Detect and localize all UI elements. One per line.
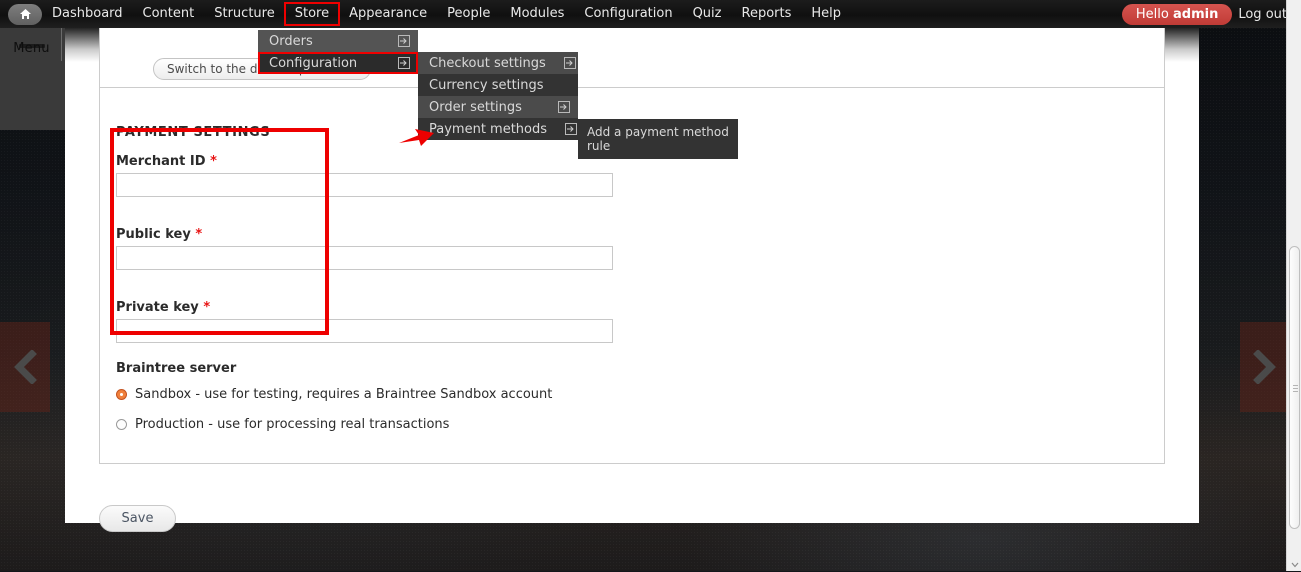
toolbar-item-appearance[interactable]: Appearance: [339, 3, 437, 25]
radio-production-indicator[interactable]: [116, 419, 127, 430]
toolbar-item-help[interactable]: Help: [801, 3, 851, 25]
toolbar-item-configuration[interactable]: Configuration: [574, 3, 682, 25]
menu-item-configuration-label: Configuration: [269, 55, 358, 71]
admin-toolbar: Dashboard Content Structure Store Appear…: [0, 0, 1301, 28]
radio-sandbox-label: Sandbox - use for testing, requires a Br…: [135, 387, 553, 402]
greeting-prefix: Hello: [1135, 6, 1173, 22]
radio-option-sandbox[interactable]: Sandbox - use for testing, requires a Br…: [116, 387, 552, 402]
submenu-arrow-icon: [565, 123, 578, 135]
menu-item-configuration[interactable]: Configuration: [258, 52, 418, 74]
radio-sandbox-indicator[interactable]: [116, 389, 127, 400]
menu-item-currency-settings-label: Currency settings: [429, 77, 544, 93]
submenu-arrow-icon: [563, 57, 576, 69]
scrollbar-grip-icon: [1293, 385, 1298, 394]
public-key-input[interactable]: [116, 246, 613, 270]
content-shell: Switch to the direct input mode PAYMENT …: [65, 28, 1199, 532]
private-key-label: Private key *: [116, 300, 211, 315]
radio-production-label: Production - use for processing real tra…: [135, 417, 450, 432]
menu-item-orders[interactable]: Orders: [258, 30, 418, 52]
toolbar-item-store[interactable]: Store: [283, 2, 341, 26]
annotation-arrow-icon: [399, 127, 435, 153]
private-key-input[interactable]: [116, 319, 613, 343]
greeting-username: admin: [1173, 6, 1219, 22]
chevron-right-icon: [1253, 350, 1277, 384]
user-greeting-badge[interactable]: Hello admin: [1121, 3, 1233, 25]
toolbar-item-dashboard[interactable]: Dashboard: [42, 3, 133, 25]
required-marker: *: [195, 227, 203, 242]
submenu-arrow-icon: [398, 57, 410, 69]
chevron-down-icon: [1291, 553, 1299, 572]
toolbar-item-reports[interactable]: Reports: [732, 3, 802, 25]
toolbar-item-modules[interactable]: Modules: [500, 3, 574, 25]
toolbar-item-content[interactable]: Content: [133, 3, 205, 25]
required-marker: *: [210, 154, 217, 169]
menu-item-payment-methods-label: Payment methods: [429, 121, 548, 137]
scrollbar-thumb[interactable]: [1289, 246, 1300, 529]
carousel-next-button[interactable]: [1240, 322, 1290, 412]
required-marker: *: [203, 300, 211, 315]
menu-item-currency-settings[interactable]: Currency settings: [418, 74, 578, 96]
configuration-submenu: Checkout settings Currency settings Orde…: [418, 52, 578, 140]
home-button[interactable]: [8, 3, 42, 25]
menu-item-order-settings-label: Order settings: [429, 99, 522, 115]
menu-item-checkout-settings[interactable]: Checkout settings: [418, 52, 578, 74]
save-button[interactable]: Save: [99, 505, 176, 532]
submenu-arrow-icon: [398, 35, 410, 47]
menu-toggle-label: Menu: [13, 41, 50, 56]
merchant-id-input[interactable]: [116, 173, 613, 197]
menu-item-checkout-settings-label: Checkout settings: [429, 55, 546, 71]
carousel-prev-button[interactable]: [0, 322, 50, 412]
page-scrollbar[interactable]: [1286, 0, 1301, 571]
submenu-arrow-icon: [558, 101, 570, 113]
store-dropdown-menu: Orders Configuration: [258, 30, 418, 74]
toolbar-item-structure[interactable]: Structure: [204, 3, 284, 25]
merchant-id-label: Merchant ID *: [116, 154, 217, 169]
braintree-server-label: Braintree server: [116, 361, 237, 376]
menu-item-payment-methods[interactable]: Payment methods: [418, 118, 578, 140]
toolbar-item-people[interactable]: People: [437, 3, 500, 25]
add-payment-method-rule-tooltip: Add a payment method rule: [578, 119, 738, 159]
radio-option-production[interactable]: Production - use for processing real tra…: [116, 417, 449, 432]
public-key-label: Public key *: [116, 227, 203, 242]
home-icon: [19, 5, 32, 24]
page-title: PAYMENT SETTINGS: [116, 125, 271, 140]
scrollbar-down-button[interactable]: [1290, 558, 1299, 568]
chevron-left-icon: [13, 350, 37, 384]
menu-item-order-settings[interactable]: Order settings: [418, 96, 578, 118]
menu-item-orders-label: Orders: [269, 33, 313, 49]
toolbar-item-quiz[interactable]: Quiz: [683, 3, 732, 25]
